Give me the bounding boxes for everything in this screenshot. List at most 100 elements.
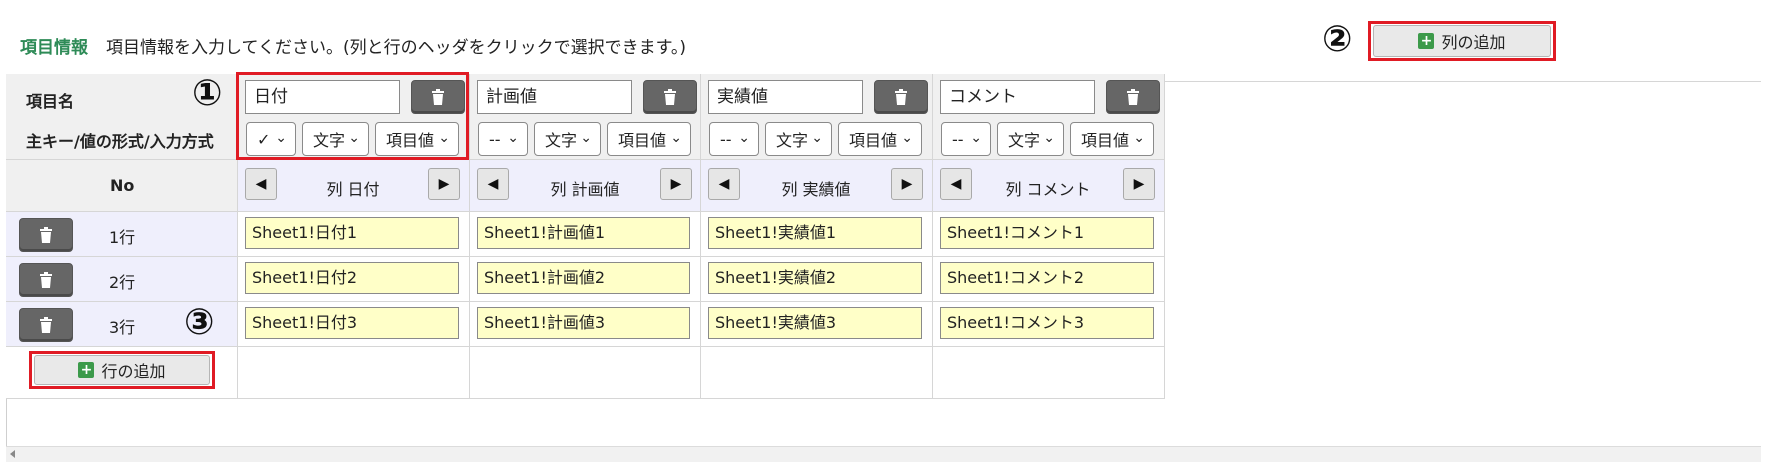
delete-column-button[interactable] [1106, 80, 1160, 114]
key-format-label: 主キー/値の形式/入力方式 [26, 132, 214, 151]
delete-column-button[interactable] [643, 80, 697, 114]
panel-instruction: 項目情報を入力してください。(列と行のヘッダをクリックで選択できます。) [106, 38, 687, 58]
arrow-right-icon: ▶ [1133, 176, 1145, 192]
chevron-down-icon: ⌄ [1043, 130, 1055, 146]
empty-cell [933, 347, 1165, 399]
trash-icon [40, 317, 52, 333]
chevron-down-icon: ⌄ [507, 130, 519, 146]
horizontal-scrollbar[interactable] [6, 446, 1761, 462]
cell-value-input[interactable]: Sheet1!コメント1 [940, 217, 1154, 249]
primary-key-select[interactable]: -- ⌄ [941, 122, 991, 156]
marker-two: ② [1322, 19, 1353, 60]
value-format-select[interactable]: 文字 ⌄ [534, 122, 601, 156]
arrow-left-icon: ◀ [950, 176, 962, 192]
add-row-label: 行の追加 [101, 362, 166, 381]
data-cell: Sheet1!コメント3 [933, 302, 1165, 347]
scroll-left-icon[interactable] [10, 450, 15, 458]
item-name-label: 項目名 [26, 92, 75, 111]
input-method-select[interactable]: 項目値 ⌄ [1070, 122, 1154, 156]
cell-value-input[interactable]: Sheet1!コメント3 [940, 307, 1154, 339]
trash-icon [40, 272, 52, 288]
move-column-right-button[interactable]: ▶ [660, 168, 692, 200]
cell-value-input[interactable]: Sheet1!計画値1 [477, 217, 690, 249]
cell-value-input[interactable]: Sheet1!実績値3 [708, 307, 922, 339]
input-method-select[interactable]: 項目値 ⌄ [607, 122, 691, 156]
data-cell: Sheet1!日付1 [238, 212, 470, 257]
delete-row-button[interactable] [19, 308, 73, 342]
cell-value-input[interactable]: Sheet1!日付1 [245, 217, 459, 249]
primary-key-select[interactable]: -- ⌄ [478, 122, 528, 156]
chevron-down-icon: ⌄ [738, 130, 750, 146]
column-name-input[interactable]: コメント [940, 80, 1095, 114]
empty-cell [238, 347, 470, 399]
value-format-select[interactable]: 文字 ⌄ [997, 122, 1064, 156]
column-header-label: 列 コメント [1005, 180, 1091, 199]
delete-column-button[interactable] [874, 80, 928, 114]
data-cell: Sheet1!計画値2 [470, 257, 701, 302]
move-column-left-button[interactable]: ◀ [940, 168, 972, 200]
add-column-button[interactable]: + 列の追加 [1373, 25, 1551, 57]
column-name-input[interactable]: 実績値 [708, 80, 863, 114]
primary-key-select[interactable]: -- ⌄ [709, 122, 759, 156]
data-cell: Sheet1!計画値3 [470, 302, 701, 347]
move-column-left-button[interactable]: ◀ [477, 168, 509, 200]
chevron-down-icon: ⌄ [970, 130, 982, 146]
marker-one: ① [192, 73, 223, 114]
highlight-column-settings [236, 72, 469, 160]
trash-icon [40, 227, 52, 243]
marker-three: ③ [184, 302, 215, 343]
move-column-right-button[interactable]: ▶ [1123, 168, 1155, 200]
column-header-label: 列 計画値 [550, 180, 620, 199]
input-method-select[interactable]: 項目値 ⌄ [838, 122, 922, 156]
move-column-right-button[interactable]: ▶ [428, 168, 460, 200]
delete-row-button[interactable] [19, 263, 73, 297]
row-label: 2行 [109, 273, 136, 292]
empty-cell [470, 347, 701, 399]
arrow-right-icon: ▶ [901, 176, 913, 192]
data-cell: Sheet1!コメント2 [933, 257, 1165, 302]
data-cell: Sheet1!実績値2 [701, 257, 933, 302]
move-column-left-button[interactable]: ◀ [245, 168, 277, 200]
trash-icon [664, 89, 676, 105]
data-cell: Sheet1!実績値3 [701, 302, 933, 347]
arrow-right-icon: ▶ [670, 176, 682, 192]
data-cell: Sheet1!日付3 [238, 302, 470, 347]
no-header-label: No [110, 176, 135, 195]
move-column-right-button[interactable]: ▶ [891, 168, 923, 200]
data-cell: Sheet1!日付2 [238, 257, 470, 302]
plus-icon: + [1418, 33, 1435, 49]
chevron-down-icon: ⌄ [901, 130, 913, 146]
delete-row-button[interactable] [19, 218, 73, 252]
add-column-label: 列の追加 [1441, 33, 1506, 52]
cell-value-input[interactable]: Sheet1!コメント2 [940, 262, 1154, 294]
value-format-select[interactable]: 文字 ⌄ [765, 122, 832, 156]
cell-value-input[interactable]: Sheet1!日付2 [245, 262, 459, 294]
chevron-down-icon: ⌄ [580, 130, 592, 146]
arrow-left-icon: ◀ [718, 176, 730, 192]
cell-value-input[interactable]: Sheet1!実績値1 [708, 217, 922, 249]
data-cell: Sheet1!計画値1 [470, 212, 701, 257]
cell-value-input[interactable]: Sheet1!日付3 [245, 307, 459, 339]
empty-cell [701, 347, 933, 399]
panel-title: 項目情報 [20, 38, 88, 58]
cell-value-input[interactable]: Sheet1!計画値2 [477, 262, 690, 294]
chevron-down-icon: ⌄ [811, 130, 823, 146]
data-cell: Sheet1!実績値1 [701, 212, 933, 257]
move-column-left-button[interactable]: ◀ [708, 168, 740, 200]
chevron-down-icon: ⌄ [1133, 130, 1145, 146]
row-header-1[interactable]: 1行 [6, 212, 238, 257]
trash-icon [1127, 89, 1139, 105]
arrow-right-icon: ▶ [438, 176, 450, 192]
column-name-input[interactable]: 計画値 [477, 80, 632, 114]
no-header-cell: No [6, 160, 238, 212]
plus-icon: + [78, 362, 95, 378]
add-row-button[interactable]: + 行の追加 [34, 355, 210, 385]
cell-value-input[interactable]: Sheet1!計画値3 [477, 307, 690, 339]
data-cell: Sheet1!コメント1 [933, 212, 1165, 257]
arrow-left-icon: ◀ [487, 176, 499, 192]
row-header-2[interactable]: 2行 [6, 257, 238, 302]
chevron-down-icon: ⌄ [670, 130, 682, 146]
cell-value-input[interactable]: Sheet1!実績値2 [708, 262, 922, 294]
trash-icon [895, 89, 907, 105]
column-header-label: 列 実績値 [781, 180, 851, 199]
